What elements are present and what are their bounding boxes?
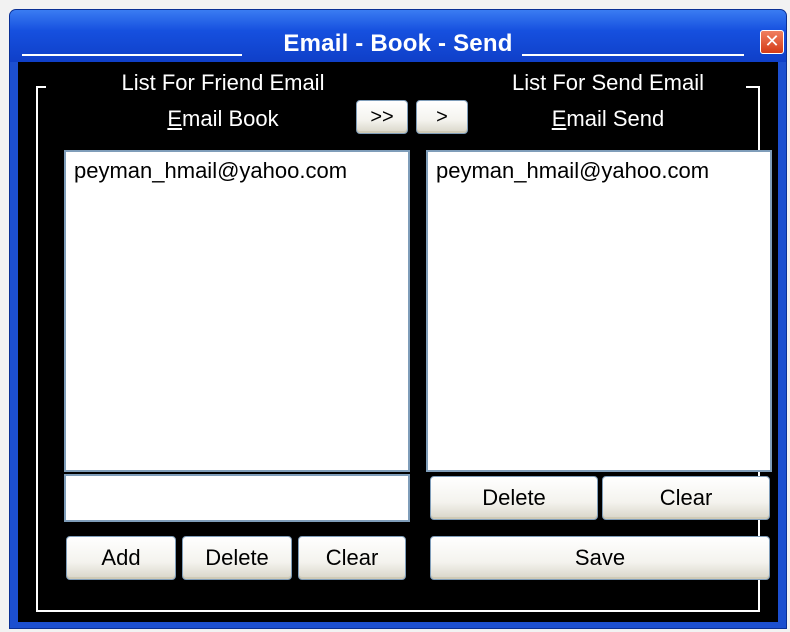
move-all-button[interactable]: >> xyxy=(356,100,408,134)
friend-list-caption: List For Friend Email xyxy=(121,70,325,95)
list-item[interactable]: peyman_hmail@yahoo.com xyxy=(428,152,770,184)
email-send-mnemonic: E xyxy=(551,106,567,131)
client-area: List For Friend Email Email Book >> > Li… xyxy=(18,62,778,622)
email-book-mnemonic: E xyxy=(167,106,183,131)
clear-button[interactable]: Clear xyxy=(298,536,406,580)
email-send-listbox[interactable]: peyman_hmail@yahoo.com xyxy=(426,150,772,472)
email-book-send-window: Email - Book - Send ✕ List For Friend Em… xyxy=(10,10,786,628)
title-bar[interactable]: Email - Book - Send ✕ xyxy=(10,10,786,62)
close-icon[interactable]: ✕ xyxy=(760,30,784,54)
send-delete-button[interactable]: Delete xyxy=(430,476,598,520)
window-title: Email - Book - Send xyxy=(283,30,513,57)
email-send-label-text: mail Send xyxy=(566,106,665,131)
delete-button[interactable]: Delete xyxy=(182,536,292,580)
email-input[interactable] xyxy=(64,474,410,522)
email-book-label: Email Book xyxy=(88,106,358,132)
email-book-listbox[interactable]: peyman_hmail@yahoo.com xyxy=(64,150,410,472)
send-list-caption: List For Send Email xyxy=(512,70,704,95)
move-one-button[interactable]: > xyxy=(416,100,468,134)
email-send-label: Email Send xyxy=(468,106,748,132)
send-clear-button[interactable]: Clear xyxy=(602,476,770,520)
save-button[interactable]: Save xyxy=(430,536,770,580)
list-item[interactable]: peyman_hmail@yahoo.com xyxy=(66,152,408,184)
email-book-label-text: mail Book xyxy=(182,106,279,131)
add-button[interactable]: Add xyxy=(66,536,176,580)
